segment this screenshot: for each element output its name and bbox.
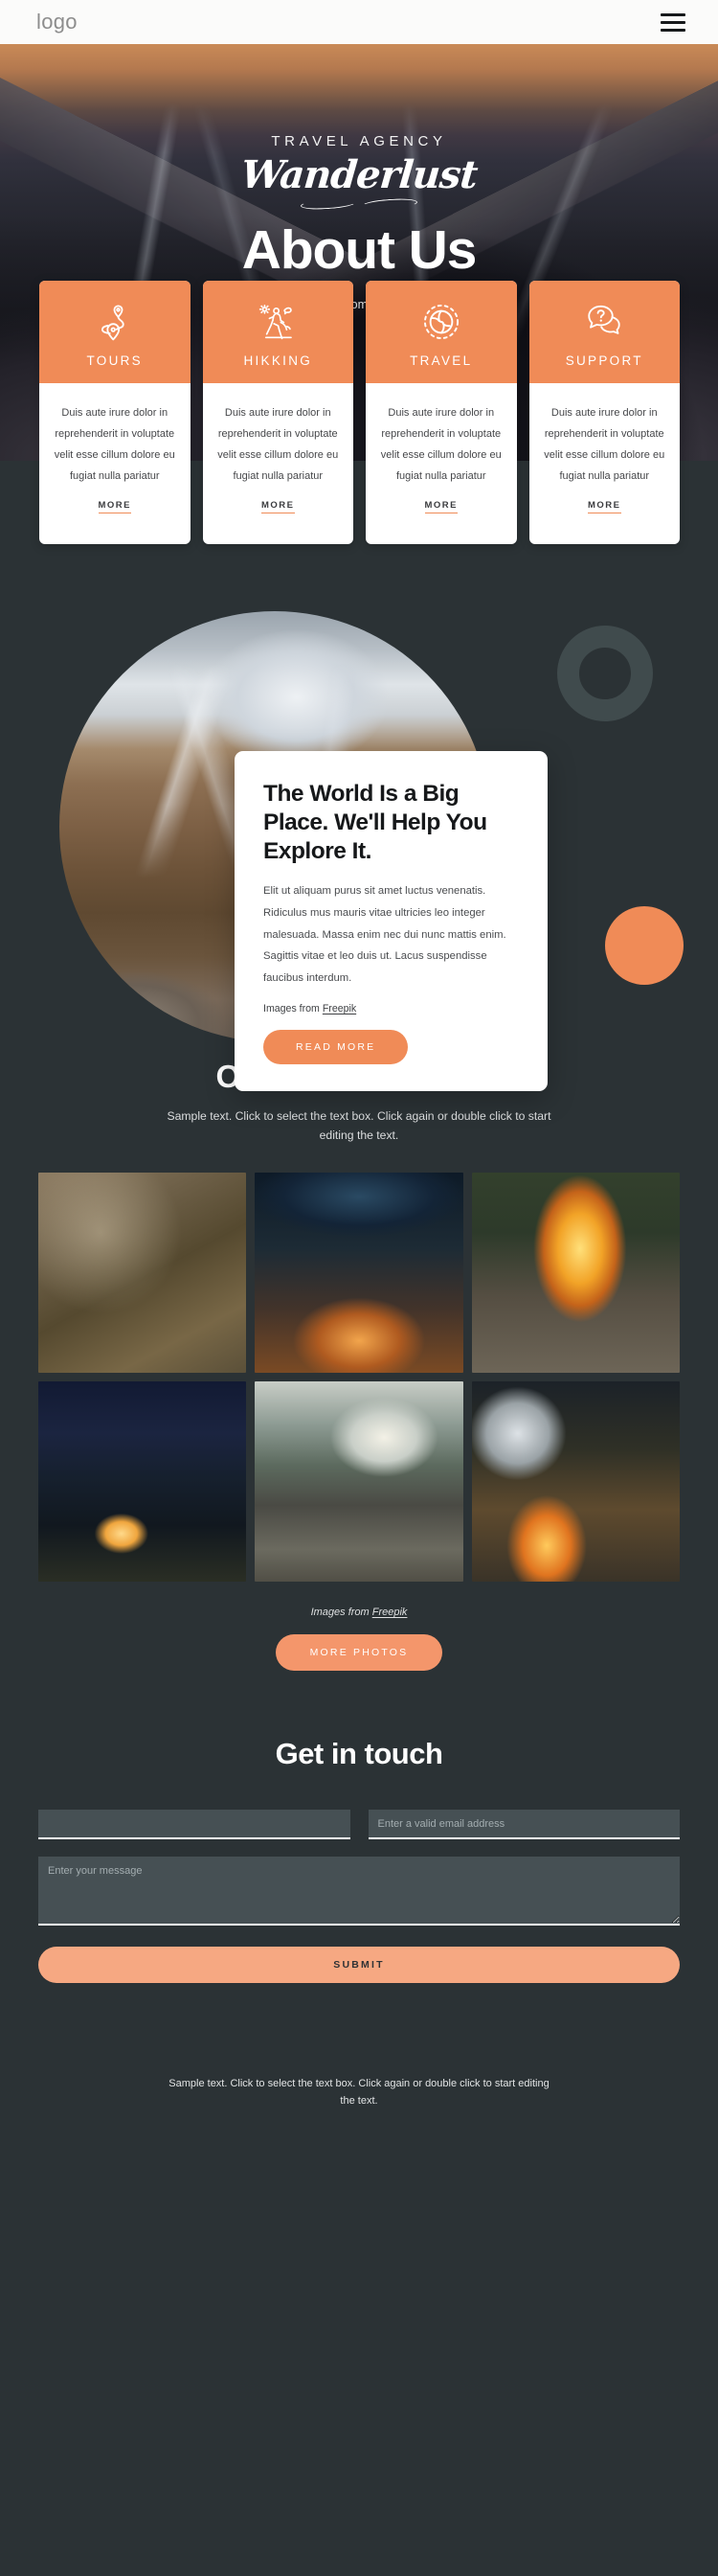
feature-card-support[interactable]: SUPPORT Duis aute irure dolor in reprehe…	[528, 281, 681, 544]
feature-card-header: TOURS	[39, 281, 191, 383]
feature-card-travel[interactable]: TRAVEL Duis aute irure dolor in reprehen…	[366, 281, 517, 544]
site-header: logo	[0, 0, 718, 44]
submit-button[interactable]: SUBMIT	[38, 1947, 680, 1984]
feature-card-hikking[interactable]: HIKKING Duis aute irure dolor in reprehe…	[202, 281, 354, 544]
read-more-button[interactable]: READ MORE	[263, 1030, 409, 1065]
message-field[interactable]	[38, 1857, 680, 1926]
feature-card-more-link[interactable]: MORE	[424, 500, 458, 513]
site-logo[interactable]: logo	[36, 10, 78, 34]
hero-eyebrow: TRAVEL AGENCY	[271, 133, 447, 149]
feature-card-more-link[interactable]: MORE	[261, 500, 295, 513]
feature-card-body: Duis aute irure dolor in reprehenderit i…	[203, 383, 354, 544]
script-flourish-ornament	[301, 195, 417, 206]
story-content-card: The World Is a Big Place. We'll Help You…	[235, 751, 548, 1092]
feature-card-text: Duis aute irure dolor in reprehenderit i…	[544, 407, 665, 482]
feature-card-header: TRAVEL	[366, 281, 517, 383]
footer-text: Sample text. Click to select the text bo…	[168, 2078, 550, 2107]
decorative-orange-circle	[605, 906, 684, 985]
feature-card-more-link[interactable]: MORE	[98, 500, 131, 513]
feature-card-text: Duis aute irure dolor in reprehenderit i…	[217, 407, 339, 482]
story-title: The World Is a Big Place. We'll Help You…	[263, 781, 487, 865]
contact-form: SUBMIT	[0, 1810, 718, 1984]
feature-card-text: Duis aute irure dolor in reprehenderit i…	[54, 407, 175, 482]
name-field[interactable]	[38, 1810, 350, 1840]
story-text: Elit ut aliquam purus sit amet luctus ve…	[263, 885, 506, 984]
feature-card-header: SUPPORT	[528, 281, 680, 383]
gallery-credit-prefix: Images from	[310, 1607, 372, 1619]
gallery-photo[interactable]	[255, 1173, 463, 1374]
burger-line	[661, 20, 685, 24]
gallery-image-credit: Images from Freepik	[0, 1607, 718, 1618]
feature-card-body: Duis aute irure dolor in reprehenderit i…	[529, 383, 681, 544]
feature-card-tours[interactable]: TOURS Duis aute irure dolor in reprehend…	[39, 281, 191, 544]
feature-card-title: SUPPORT	[565, 353, 643, 368]
feature-card-body: Duis aute irure dolor in reprehenderit i…	[366, 383, 517, 544]
burger-line	[661, 12, 685, 16]
gallery-photo[interactable]	[471, 1173, 680, 1374]
feature-card-more-link[interactable]: MORE	[588, 500, 621, 513]
page-title: About Us	[241, 219, 478, 281]
gallery-photo[interactable]	[255, 1381, 463, 1583]
gallery-photo[interactable]	[471, 1381, 680, 1583]
site-footer: Sample text. Click to select the text bo…	[0, 1983, 718, 2154]
globe-dashed-circle-icon	[373, 299, 509, 345]
feature-card-title: TRAVEL	[410, 353, 473, 368]
gallery-photo[interactable]	[38, 1173, 247, 1374]
feature-card-title: HIKKING	[243, 353, 313, 368]
story-credit-prefix: Images from	[263, 1003, 323, 1015]
gallery-photo[interactable]	[38, 1381, 247, 1583]
more-photos-button[interactable]: MORE PHOTOS	[275, 1634, 443, 1672]
burger-line	[661, 28, 685, 32]
route-map-pin-icon	[47, 299, 183, 345]
story-credit-link[interactable]: Freepik	[323, 1003, 356, 1014]
feature-card-text: Duis aute irure dolor in reprehenderit i…	[380, 407, 502, 482]
contact-section: Get in touch SUBMIT	[0, 1671, 718, 1984]
feature-cards-row: TOURS Duis aute irure dolor in reprehend…	[0, 281, 718, 544]
contact-form-row	[38, 1810, 680, 1840]
outdoor-recreation-section: Outdoor Recreation Sample text. Click to…	[0, 1016, 718, 1672]
email-field[interactable]	[368, 1810, 680, 1840]
feature-card-title: TOURS	[86, 353, 143, 368]
recreation-subtitle: Sample text. Click to select the text bo…	[167, 1109, 551, 1142]
story-image-credit: Images from Freepik	[263, 1003, 519, 1014]
contact-title: Get in touch	[275, 1737, 443, 1771]
hiker-backpacker-icon	[211, 299, 347, 345]
story-section: The World Is a Big Place. We'll Help You…	[0, 590, 718, 1092]
gallery-credit-link[interactable]: Freepik	[372, 1607, 408, 1618]
hero-script-logo: Wanderlust	[238, 152, 480, 197]
photo-gallery-grid	[0, 1173, 718, 1583]
decorative-ring-shape	[557, 626, 653, 721]
feature-card-body: Duis aute irure dolor in reprehenderit i…	[39, 383, 191, 544]
question-chat-bubbles-icon	[537, 299, 673, 345]
hamburger-menu-icon[interactable]	[661, 12, 685, 32]
feature-card-header: HIKKING	[202, 281, 353, 383]
